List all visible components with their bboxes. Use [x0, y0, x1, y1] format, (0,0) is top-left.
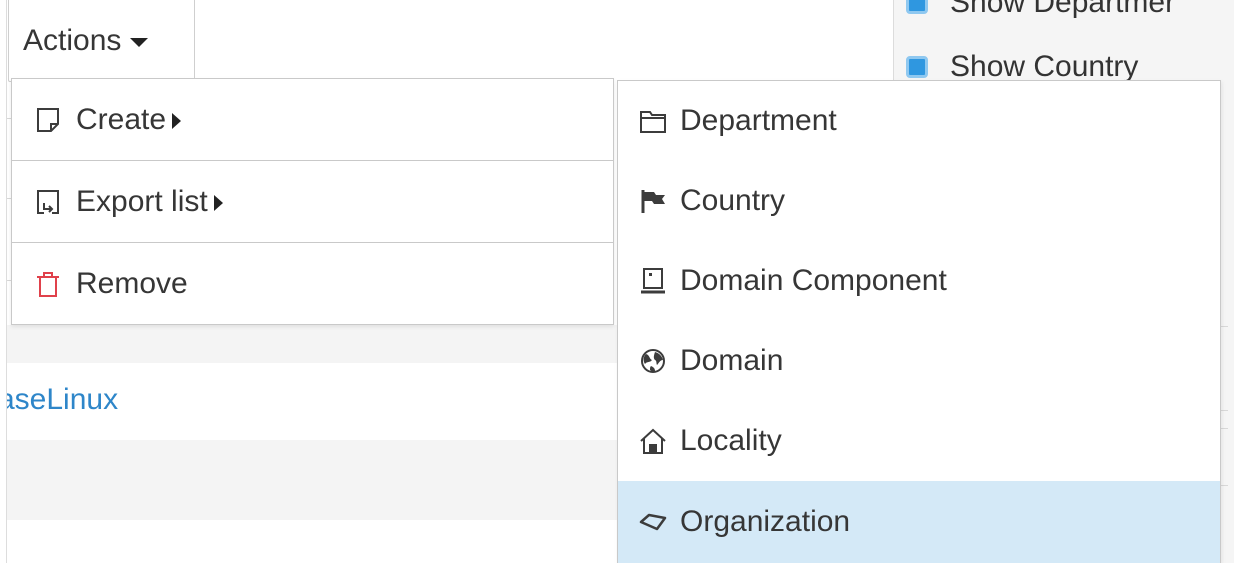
house-icon	[638, 426, 668, 456]
submenu-item-department[interactable]: Department	[618, 81, 1220, 161]
submenu-item-domain-component-label: Domain Component	[680, 264, 947, 297]
submenu-item-country[interactable]: Country	[618, 161, 1220, 241]
list-item-link-text: aseLinux	[0, 383, 119, 416]
show-country-label: Show Country	[950, 50, 1139, 83]
actions-dropdown-menu: Create Export list Remove	[11, 78, 614, 325]
create-submenu: Department Country Domain Component Doma…	[617, 80, 1221, 563]
folder-icon	[638, 106, 668, 136]
export-icon	[34, 188, 62, 216]
computer-icon	[638, 266, 668, 296]
menu-item-remove[interactable]: Remove	[12, 243, 613, 324]
submenu-item-department-label: Department	[680, 104, 837, 137]
submenu-item-organization[interactable]: Organization	[618, 481, 1220, 563]
menu-item-create[interactable]: Create	[12, 79, 613, 160]
flag-icon	[638, 186, 668, 216]
chevron-down-icon	[130, 37, 149, 47]
menu-item-export-list[interactable]: Export list	[12, 161, 613, 242]
list-left-border	[0, 0, 7, 563]
organization-icon	[638, 507, 668, 537]
submenu-item-domain[interactable]: Domain	[618, 321, 1220, 401]
list-item-link[interactable]: aseLinux	[0, 380, 119, 420]
show-department-option[interactable]: Show Departmer	[906, 0, 1175, 20]
submenu-item-country-label: Country	[680, 184, 786, 217]
trash-icon	[34, 270, 62, 298]
show-department-label: Show Departmer	[950, 0, 1176, 19]
show-department-checkbox[interactable]	[906, 0, 928, 14]
menu-item-export-list-label: Export list	[76, 184, 208, 218]
submenu-item-domain-component[interactable]: Domain Component	[618, 241, 1220, 321]
submenu-item-domain-label: Domain	[680, 344, 784, 377]
show-country-option[interactable]: Show Country	[906, 50, 1138, 84]
submenu-item-locality-label: Locality	[680, 424, 782, 457]
submenu-item-locality[interactable]: Locality	[618, 401, 1220, 481]
menu-item-create-label: Create	[76, 102, 167, 136]
globe-icon	[638, 346, 668, 376]
submenu-item-organization-label: Organization	[680, 505, 851, 538]
create-icon	[34, 106, 62, 134]
chevron-right-icon	[172, 112, 182, 129]
actions-button[interactable]: Actions	[8, 0, 195, 82]
actions-button-label: Actions	[23, 23, 122, 57]
chevron-right-icon	[213, 194, 223, 211]
show-country-checkbox[interactable]	[906, 56, 928, 78]
menu-item-remove-label: Remove	[76, 266, 188, 300]
